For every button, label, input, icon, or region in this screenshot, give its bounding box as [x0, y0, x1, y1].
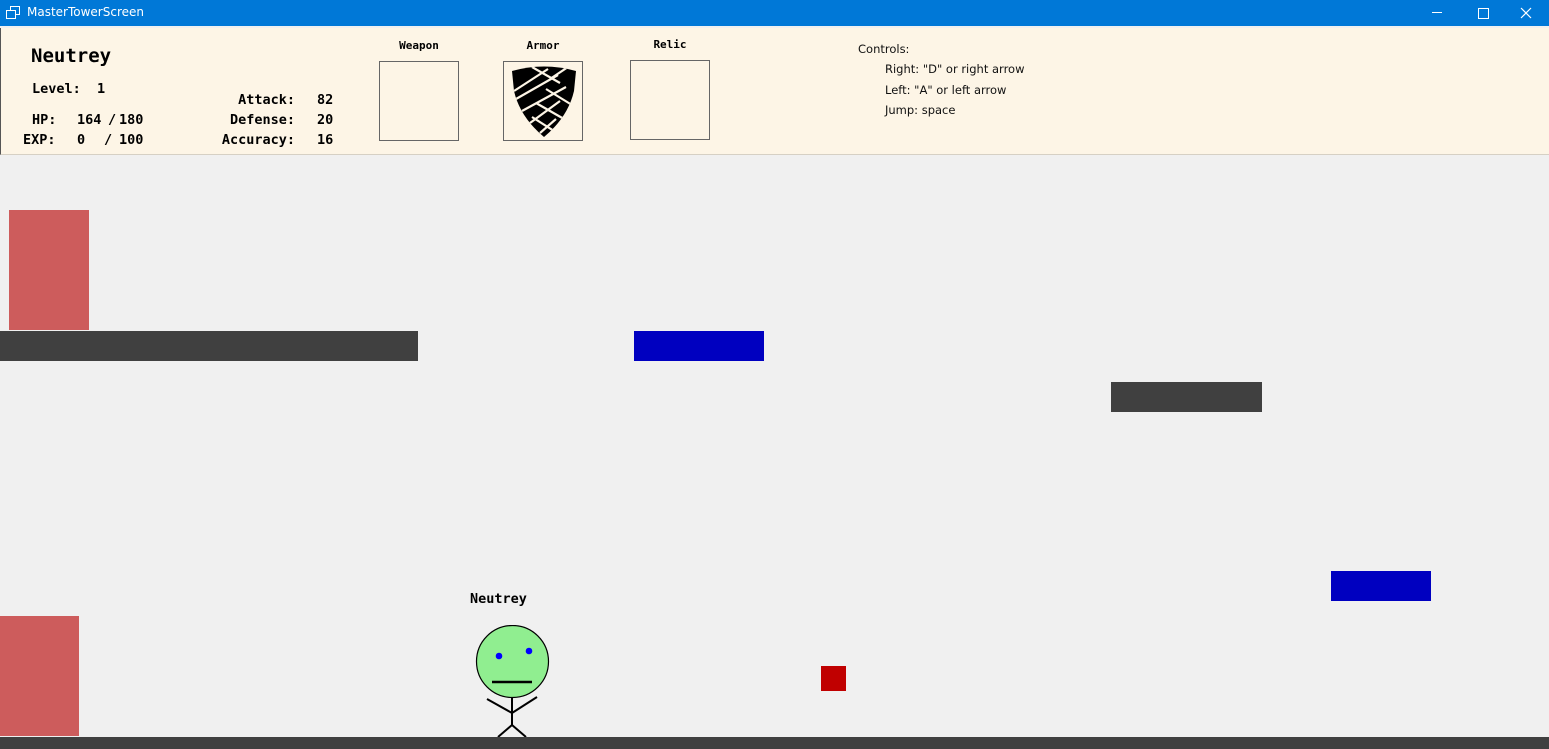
stats-panel: Neutrey Level: 1 HP: 164 / 180 EXP: 0 / …: [0, 28, 1549, 155]
hp-max: 180: [119, 112, 144, 128]
defense-value: 20: [317, 112, 334, 128]
controls-left: Left: "A" or left arrow: [885, 83, 1007, 97]
player-name: Neutrey: [31, 45, 112, 67]
armor-slot-label: Armor: [526, 39, 560, 52]
stick-figure-player-icon: [470, 624, 554, 742]
defense-label: Defense:: [229, 112, 295, 128]
attack-value: 82: [317, 92, 334, 108]
app-window-icon: [6, 6, 20, 19]
accuracy-label: Accuracy:: [221, 132, 295, 148]
exp-current: 0: [77, 132, 86, 148]
level-label: Level:: [32, 81, 81, 97]
controls-right: Right: "D" or right arrow: [885, 62, 1025, 76]
armor-slot[interactable]: [503, 61, 583, 141]
relic-slot[interactable]: [630, 60, 710, 140]
shield-icon: [510, 65, 578, 144]
red-item-pickup: [821, 666, 846, 691]
maximize-icon: [1477, 7, 1489, 19]
platform-right: [1111, 382, 1262, 412]
close-icon: [1520, 7, 1532, 19]
exp-label: EXP:: [23, 132, 56, 148]
controls-jump: Jump: space: [885, 103, 956, 117]
controls-title: Controls:: [858, 42, 910, 56]
weapon-slot-label: Weapon: [399, 39, 439, 52]
minimize-button[interactable]: [1414, 0, 1460, 26]
game-world: Neutrey: [0, 155, 1549, 749]
window-title-bar[interactable]: MasterTowerScreen: [0, 0, 1549, 26]
hp-separator: /: [108, 112, 117, 128]
relic-slot-label: Relic: [653, 38, 687, 51]
hp-current: 164: [77, 112, 102, 128]
window-title: MasterTowerScreen: [27, 5, 144, 19]
close-button[interactable]: [1503, 0, 1549, 26]
moving-platform-blue-upper: [634, 331, 764, 361]
red-door-upper: [9, 210, 89, 330]
platform-upper-left: [0, 331, 418, 361]
ground-floor: [0, 737, 1549, 749]
attack-label: Attack:: [238, 92, 295, 108]
level-value: 1: [97, 81, 106, 97]
accuracy-value: 16: [317, 132, 334, 148]
minimize-icon: [1431, 12, 1443, 14]
moving-platform-blue-lower: [1331, 571, 1431, 601]
hp-label: HP:: [32, 112, 57, 128]
exp-separator: /: [104, 132, 113, 148]
exp-max: 100: [119, 132, 144, 148]
avatar-name-label: Neutrey: [470, 591, 527, 607]
weapon-slot[interactable]: [379, 61, 459, 141]
red-door-lower: [0, 616, 79, 736]
maximize-button[interactable]: [1460, 0, 1506, 26]
